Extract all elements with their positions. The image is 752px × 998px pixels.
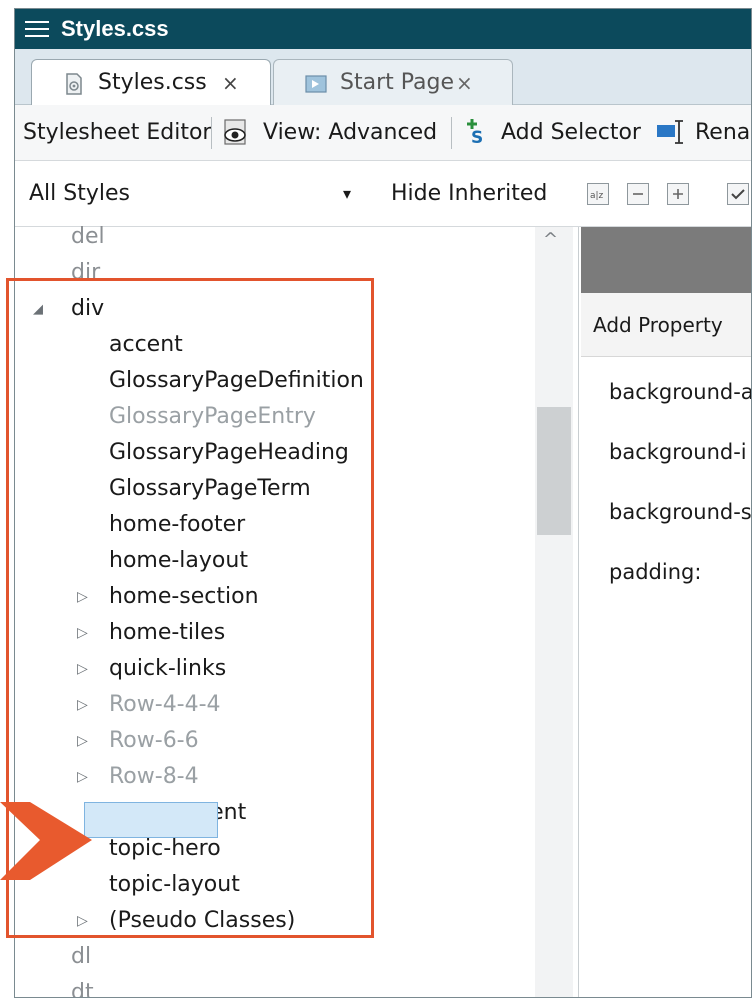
tree-item[interactable]: dl bbox=[71, 939, 91, 975]
close-tab-icon[interactable]: × bbox=[456, 60, 473, 106]
chevron-down-icon: ▾ bbox=[343, 184, 352, 203]
hamburger-menu-icon[interactable] bbox=[23, 17, 51, 41]
property-row[interactable]: background-s bbox=[609, 497, 752, 527]
properties-header bbox=[581, 227, 751, 293]
filter-bar: All Styles ▾ Hide Inherited a|z bbox=[15, 161, 751, 227]
tab-label: Start Page bbox=[340, 70, 454, 95]
sort-alphabetical-icon[interactable]: a|z bbox=[587, 183, 609, 205]
property-row[interactable]: background-i bbox=[609, 437, 747, 467]
tree-item[interactable]: del bbox=[71, 219, 105, 255]
rename-icon bbox=[657, 120, 683, 144]
property-name: padding: bbox=[609, 560, 702, 584]
collapse-all-icon[interactable] bbox=[627, 183, 649, 205]
dropdown-value: All Styles bbox=[29, 181, 130, 206]
checkbox-icon[interactable] bbox=[727, 183, 749, 205]
tab-start-page[interactable]: Start Page × bbox=[273, 59, 513, 105]
add-selector-icon: S bbox=[467, 119, 483, 146]
eye-icon bbox=[224, 119, 246, 145]
tab-styles-css[interactable]: Styles.css × bbox=[31, 59, 271, 105]
hide-inherited-toggle[interactable]: Hide Inherited bbox=[391, 161, 547, 227]
tree-scrollbar[interactable]: ^ bbox=[535, 227, 573, 997]
stylesheet-file-icon bbox=[66, 73, 82, 95]
property-name: background-i bbox=[609, 440, 747, 464]
stylesheet-editor-label: Stylesheet Editor bbox=[23, 120, 212, 145]
add-property-button[interactable]: Add Property bbox=[593, 293, 723, 357]
property-row[interactable]: padding: bbox=[609, 557, 701, 587]
tree-item[interactable]: dt bbox=[71, 975, 94, 998]
toolbar-separator bbox=[211, 117, 212, 149]
scroll-up-icon[interactable]: ^ bbox=[543, 229, 558, 250]
toolbar: Stylesheet Editor View: Advanced S Add S… bbox=[15, 105, 751, 161]
title-bar: Styles.css bbox=[15, 9, 751, 49]
property-row[interactable]: background-a bbox=[609, 377, 752, 407]
rename-label: Rena bbox=[695, 120, 751, 145]
tab-label: Styles.css bbox=[98, 70, 207, 95]
tree-item-label: dl bbox=[71, 944, 92, 969]
tree-item-label: dt bbox=[71, 980, 94, 998]
add-property-bar: Add Property bbox=[581, 293, 751, 357]
add-selector-label: Add Selector bbox=[501, 120, 641, 145]
view-advanced-label: View: Advanced bbox=[263, 120, 438, 145]
tab-strip: Styles.css × Start Page × bbox=[15, 49, 751, 105]
svg-text:S: S bbox=[471, 128, 483, 146]
properties-pane: Add Property background-a background-i bac… bbox=[581, 227, 752, 997]
expand-all-icon[interactable] bbox=[667, 183, 689, 205]
tree-item-label: del bbox=[71, 224, 105, 249]
svg-text:a|z: a|z bbox=[590, 191, 604, 201]
window-title: Styles.css bbox=[61, 16, 169, 41]
close-tab-icon[interactable]: × bbox=[222, 60, 239, 106]
callout-arrow-icon bbox=[0, 802, 92, 880]
toolbar-separator bbox=[451, 117, 452, 149]
scroll-thumb[interactable] bbox=[537, 407, 571, 535]
property-name: background-s bbox=[609, 500, 752, 524]
property-name: background-a bbox=[609, 380, 752, 404]
start-page-icon bbox=[305, 75, 327, 93]
